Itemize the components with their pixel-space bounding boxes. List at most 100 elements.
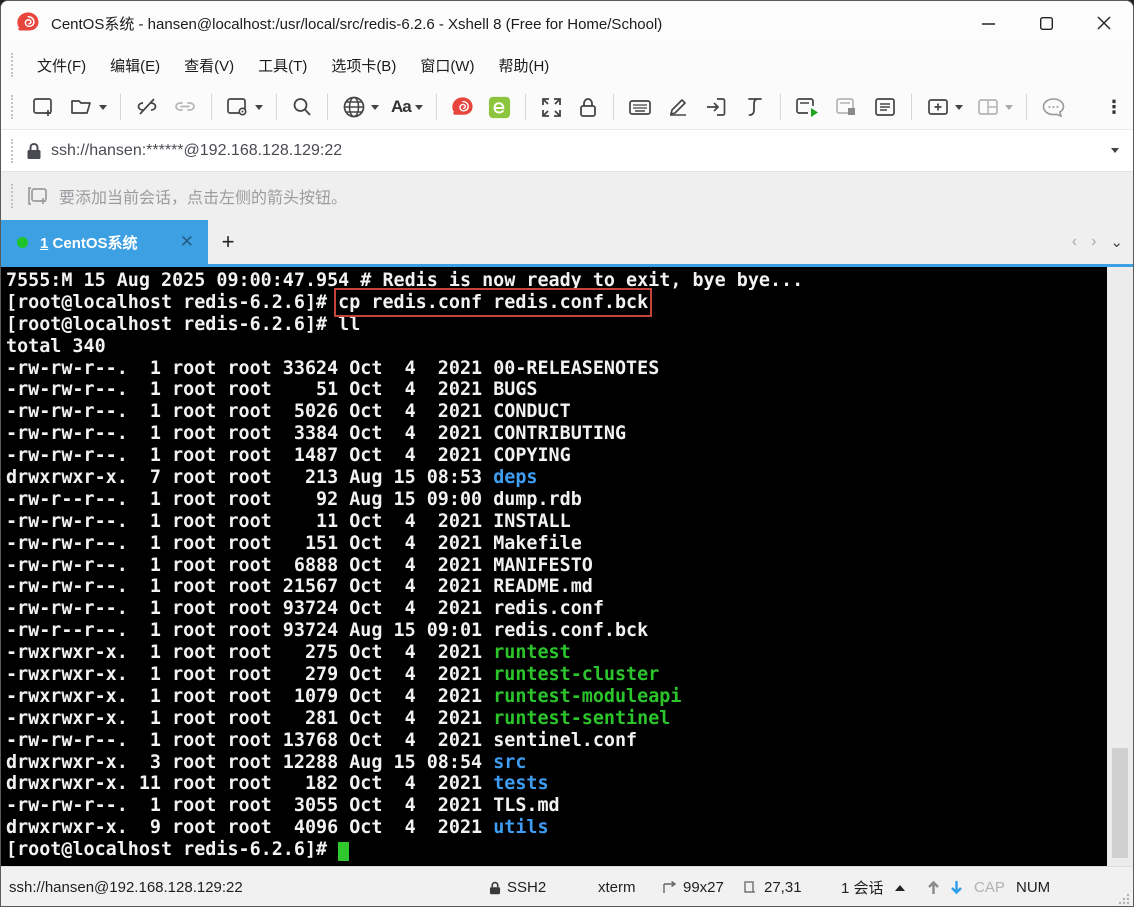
file-name: redis.conf bbox=[493, 598, 604, 619]
tab-scroll-right-icon[interactable]: › bbox=[1091, 233, 1096, 251]
menu-item[interactable]: 文件(F) bbox=[25, 50, 98, 81]
status-terminal-type: xterm bbox=[598, 867, 636, 907]
open-session-dropdown-icon[interactable] bbox=[99, 105, 107, 110]
encoding-globe-icon[interactable] bbox=[336, 90, 384, 124]
minimize-button[interactable] bbox=[959, 1, 1017, 45]
file-name: INSTALL bbox=[493, 511, 571, 532]
status-screen-size: 99x27 bbox=[661, 867, 724, 907]
menu-item[interactable]: 工具(T) bbox=[246, 50, 319, 81]
file-name: runtest bbox=[493, 642, 571, 663]
chat-icon[interactable] bbox=[1035, 91, 1072, 124]
new-session-icon[interactable] bbox=[26, 91, 62, 123]
terminal-line: drwxrwxr-x. 7 root root 213 Aug 15 08:53… bbox=[6, 467, 1107, 489]
lock-screen-icon[interactable] bbox=[571, 91, 605, 124]
infobar-drag-handle[interactable] bbox=[11, 184, 17, 208]
status-cursor-position: 27,31 bbox=[743, 867, 802, 907]
virtual-keyboard-icon[interactable] bbox=[622, 91, 658, 123]
log-icon[interactable] bbox=[867, 91, 903, 123]
terminal-line: -rwxrwxr-x. 1 root root 279 Oct 4 2021 r… bbox=[6, 664, 1107, 686]
session-list-icon[interactable] bbox=[895, 885, 905, 891]
menu-item[interactable]: 查看(V) bbox=[172, 50, 246, 81]
file-name: README.md bbox=[493, 576, 593, 597]
terminal-line: [root@localhost redis-6.2.6]# ll bbox=[6, 314, 1107, 336]
tab-label: 1 CentOS系统 bbox=[40, 232, 138, 253]
status-caps-lock: CAP bbox=[974, 867, 1005, 907]
terminal-line: drwxrwxr-x. 3 root root 12288 Aug 15 08:… bbox=[6, 752, 1107, 774]
terminal-line: -rw-rw-r--. 1 root root 93724 Oct 4 2021… bbox=[6, 598, 1107, 620]
new-tab-dropdown-icon[interactable] bbox=[955, 105, 963, 110]
stop-script-icon[interactable] bbox=[828, 91, 865, 123]
file-name: deps bbox=[493, 467, 537, 488]
file-name: CONDUCT bbox=[493, 401, 571, 422]
connected-status-icon bbox=[17, 237, 28, 248]
font-dropdown-icon[interactable] bbox=[415, 105, 423, 110]
xshell-logo-icon[interactable] bbox=[445, 91, 480, 124]
status-url: ssh://hansen@192.168.128.129:22 bbox=[9, 867, 243, 907]
xshell-app-icon bbox=[15, 10, 41, 36]
address-url[interactable]: ssh://hansen:******@192.168.128.129:22 bbox=[51, 142, 342, 160]
tab-centos[interactable]: 1 CentOS系统 ✕ bbox=[1, 220, 208, 264]
terminal-cursor bbox=[338, 842, 349, 861]
address-dropdown-icon[interactable] bbox=[1111, 148, 1119, 153]
new-tab-icon[interactable] bbox=[920, 91, 968, 123]
open-session-icon[interactable] bbox=[64, 91, 112, 123]
menu-item[interactable]: 窗口(W) bbox=[408, 50, 486, 81]
resize-grip[interactable] bbox=[1117, 892, 1131, 906]
compose-pane-icon[interactable] bbox=[660, 91, 696, 123]
tab-list-dropdown-icon[interactable]: ⌄ bbox=[1110, 233, 1123, 251]
new-tab-button[interactable]: + bbox=[208, 220, 248, 264]
annotation-box: cp redis.conf redis.conf.bck bbox=[338, 292, 648, 313]
split-pane-icon[interactable] bbox=[970, 91, 1018, 123]
cursor-position-icon bbox=[743, 880, 759, 895]
maximize-button[interactable] bbox=[1017, 1, 1075, 45]
file-name: TLS.md bbox=[493, 795, 559, 816]
more-options-icon[interactable]: ⋮ bbox=[1105, 97, 1123, 118]
reconnect-icon[interactable] bbox=[167, 91, 203, 123]
tab-close-icon[interactable]: ✕ bbox=[176, 232, 198, 252]
terminal-screen[interactable]: 7555:M 15 Aug 2025 09:00:47.954 # Redis … bbox=[1, 267, 1107, 866]
xftp-logo-icon[interactable] bbox=[482, 91, 517, 124]
tab-bar: 1 CentOS系统 ✕ + ‹ › ⌄ bbox=[1, 220, 1133, 264]
menu-item[interactable]: 选项卡(B) bbox=[319, 50, 408, 81]
file-name: BUGS bbox=[493, 379, 537, 400]
address-lock-icon bbox=[25, 141, 43, 161]
menu-item[interactable]: 编辑(E) bbox=[98, 50, 172, 81]
font-label: Aa bbox=[391, 97, 411, 117]
terminal-line: -rw-rw-r--. 1 root root 6888 Oct 4 2021 … bbox=[6, 555, 1107, 577]
session-properties-dropdown-icon[interactable] bbox=[255, 105, 263, 110]
toolbar-drag-handle[interactable] bbox=[11, 95, 17, 119]
addressbar-drag-handle[interactable] bbox=[11, 139, 17, 163]
scroll-down-icon[interactable] bbox=[949, 879, 964, 896]
font-icon[interactable]: Aa bbox=[386, 93, 428, 121]
terminal-line: -rw-rw-r--. 1 root root 51 Oct 4 2021 BU… bbox=[6, 379, 1107, 401]
scroll-up-icon[interactable] bbox=[926, 879, 941, 896]
address-bar[interactable]: ssh://hansen:******@192.168.128.129:22 bbox=[1, 129, 1133, 172]
encoding-dropdown-icon[interactable] bbox=[371, 105, 379, 110]
terminal-line: drwxrwxr-x. 11 root root 182 Oct 4 2021 … bbox=[6, 773, 1107, 795]
disconnect-icon[interactable] bbox=[129, 91, 165, 123]
terminal-scrollbar[interactable] bbox=[1107, 267, 1133, 866]
scrollbar-thumb[interactable] bbox=[1112, 748, 1128, 858]
status-session-count[interactable]: 1 会话 bbox=[841, 867, 905, 907]
run-script-icon[interactable] bbox=[789, 91, 826, 123]
add-session-hint-icon bbox=[25, 184, 51, 208]
quick-command-icon[interactable] bbox=[736, 91, 772, 123]
file-name: CONTRIBUTING bbox=[493, 423, 626, 444]
menu-item[interactable]: 帮助(H) bbox=[486, 50, 561, 81]
terminal-line: -rw-rw-r--. 1 root root 151 Oct 4 2021 M… bbox=[6, 533, 1107, 555]
split-pane-dropdown-icon[interactable] bbox=[1005, 105, 1013, 110]
terminal-line: -rw-rw-r--. 1 root root 1487 Oct 4 2021 … bbox=[6, 445, 1107, 467]
menubar-drag-handle[interactable] bbox=[11, 53, 17, 77]
terminal-line: [root@localhost redis-6.2.6]# bbox=[6, 839, 1107, 861]
tab-scroll-left-icon[interactable]: ‹ bbox=[1072, 233, 1077, 251]
title-bar: CentOS系统 - hansen@localhost:/usr/local/s… bbox=[1, 1, 1133, 45]
fullscreen-icon[interactable] bbox=[534, 91, 569, 124]
toolbar: Aa bbox=[1, 85, 1133, 129]
terminal-line: -rwxrwxr-x. 1 root root 275 Oct 4 2021 r… bbox=[6, 642, 1107, 664]
terminal-line: -rw-rw-r--. 1 root root 33624 Oct 4 2021… bbox=[6, 358, 1107, 380]
close-button[interactable] bbox=[1075, 1, 1133, 45]
file-name: runtest-moduleapi bbox=[493, 686, 681, 707]
send-input-icon[interactable] bbox=[698, 91, 734, 123]
session-properties-icon[interactable] bbox=[220, 91, 268, 123]
find-icon[interactable] bbox=[285, 91, 319, 123]
